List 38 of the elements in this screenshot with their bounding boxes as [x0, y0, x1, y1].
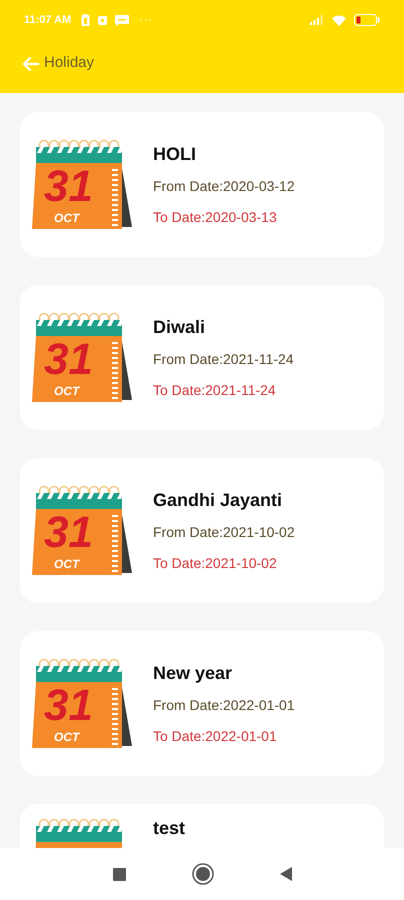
signal-icon	[310, 15, 324, 25]
back-icon[interactable]	[280, 867, 292, 881]
calendar-month: OCT	[54, 556, 80, 570]
page-title: Holiday	[44, 53, 94, 74]
calendar-day: 31	[44, 684, 93, 728]
holiday-title: New year	[153, 662, 234, 684]
holiday-title: HOLI	[153, 142, 197, 166]
holiday-card[interactable]: 31 OCT HOLI From Date:2020-03-12 To Date:2020-03-13	[20, 112, 384, 257]
holiday-title: Gandhi Jayanti	[153, 488, 284, 512]
from-date: From Date:2020-03-12	[153, 176, 295, 196]
calendar-day: 31	[44, 510, 93, 554]
calendar-month: OCT	[54, 384, 80, 398]
recent-apps-icon[interactable]	[112, 868, 126, 880]
to-date: To Date:2022-01-01	[153, 726, 278, 746]
from-date: From Date:2021-10-02	[153, 522, 295, 542]
to-date: To Date:2020-03-13	[153, 208, 278, 226]
calendar-day: 31	[44, 164, 93, 208]
holiday-title: Diwali	[153, 316, 206, 338]
holiday-card[interactable]: 31 OCT New year From Date:2022-01-01 To Date:2022-01-01	[20, 631, 384, 776]
battery-saver-icon	[81, 14, 90, 26]
holiday-card[interactable]: 31 OCT Diwali From Date:2021-11-24 To Date:2021-11-24	[20, 285, 384, 430]
calendar-month: OCT	[54, 210, 80, 224]
home-icon[interactable]	[192, 863, 214, 885]
holiday-card[interactable]: test	[20, 804, 384, 848]
more-notifications: ···	[139, 12, 154, 28]
calendar-month: OCT	[54, 730, 80, 744]
from-date: From Date:2021-11-24	[153, 350, 294, 368]
calendar-day: 31	[44, 338, 93, 382]
to-date: To Date:2021-10-02	[153, 554, 278, 572]
message-icon	[115, 14, 130, 26]
to-date: To Date:2021-11-24	[153, 380, 277, 400]
holiday-card[interactable]: 31 OCT Gandhi Jayanti From Date:2021-10-02 To Date:2021-10-02	[20, 458, 384, 603]
status-time: 11:07 AM	[24, 12, 72, 28]
holiday-title: test	[153, 817, 186, 840]
battery-icon	[354, 14, 380, 26]
from-date: From Date:2022-01-01	[153, 696, 295, 714]
wifi-icon	[332, 14, 346, 26]
notification-icon	[98, 16, 108, 24]
